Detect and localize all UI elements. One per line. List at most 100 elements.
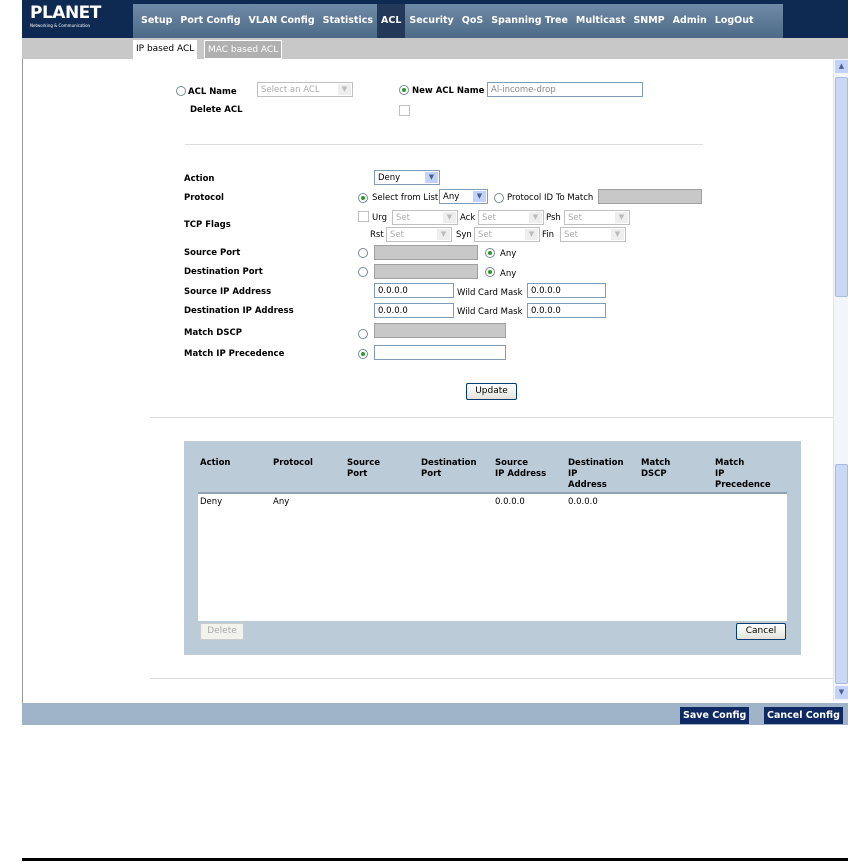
dest-port-any-label: Any (500, 269, 517, 279)
sub-nav: IP based ACL MAC based ACL (22, 38, 848, 59)
main-nav: Setup Port Config VLAN Config Statistics ACL… (133, 4, 783, 38)
divider (150, 678, 833, 679)
nav-acl[interactable]: ACL (377, 4, 406, 38)
dest-port-label: Destination Port (184, 267, 263, 277)
nav-security[interactable]: Security (405, 4, 457, 38)
source-port-any-label: Any (500, 249, 517, 259)
table-cell: Deny (200, 497, 223, 507)
dest-port-input[interactable] (374, 264, 478, 279)
acl-table-body (198, 492, 787, 621)
nav-logout[interactable]: LogOut (711, 4, 758, 38)
source-port-radio[interactable] (358, 248, 368, 258)
tcp-flags-checkbox[interactable] (358, 211, 369, 222)
scroll-thumb[interactable] (835, 464, 848, 684)
tab-ip-based-acl[interactable]: IP based ACL (133, 40, 198, 59)
column-header: Match DSCP (641, 458, 671, 479)
delete-acl-checkbox[interactable] (399, 105, 410, 116)
update-button[interactable]: Update (466, 383, 517, 400)
tab-mac-based-acl[interactable]: MAC based ACL (204, 40, 283, 59)
nav-multicast[interactable]: Multicast (572, 4, 630, 38)
chevron-down-icon: ▼ (611, 229, 624, 240)
flag-syn-select[interactable]: Set ▼ (474, 227, 540, 242)
match-dscp-radio[interactable] (358, 329, 368, 339)
column-header: Destination Port (421, 458, 477, 479)
protocol-id-label: Protocol ID To Match (507, 193, 594, 203)
column-header: Source Port (347, 458, 381, 479)
planet-logo: PLANET Networking & Communication (30, 3, 101, 28)
action-label: Action (184, 174, 215, 184)
new-acl-radio[interactable] (399, 85, 409, 95)
nav-snmp[interactable]: SNMP (629, 4, 668, 38)
source-port-any-radio[interactable] (485, 248, 495, 258)
flag-fin-label: Fin (542, 230, 555, 240)
source-port-label: Source Port (184, 248, 241, 258)
nav-port-config[interactable]: Port Config (176, 4, 244, 38)
flag-syn-label: Syn (456, 230, 472, 240)
flag-ack-select[interactable]: Set ▼ (478, 210, 544, 225)
new-acl-label: New ACL Name (412, 86, 485, 96)
select-from-list-label: Select from List (372, 193, 439, 203)
protocol-label: Protocol (184, 193, 224, 203)
dest-port-radio[interactable] (358, 267, 368, 277)
flag-rst-select[interactable]: Set ▼ (386, 227, 452, 242)
dest-mask-input[interactable]: 0.0.0.0 (527, 303, 606, 318)
chevron-down-icon: ▼ (615, 212, 628, 223)
column-header: Protocol (273, 458, 313, 468)
nav-vlan-config[interactable]: VLAN Config (245, 4, 319, 38)
acl-name-radio[interactable] (176, 86, 186, 96)
save-config-button[interactable]: Save Config (680, 707, 750, 724)
nav-setup[interactable]: Setup (137, 4, 176, 38)
divider (150, 417, 833, 418)
nav-qos[interactable]: QoS (458, 4, 487, 38)
source-ip-input[interactable]: 0.0.0.0 (374, 283, 454, 298)
cancel-button[interactable]: Cancel (736, 623, 786, 640)
flag-ack-label: Ack (460, 213, 476, 223)
protocol-select[interactable]: Any ▼ (439, 189, 488, 204)
dest-ip-input[interactable]: 0.0.0.0 (374, 303, 454, 318)
nav-admin[interactable]: Admin (669, 4, 711, 38)
chevron-down-icon: ▼ (338, 84, 351, 95)
scrollbar[interactable]: ▲ ▼ (833, 59, 848, 701)
match-dscp-input[interactable] (374, 323, 506, 338)
dest-ip-label: Destination IP Address (184, 306, 294, 316)
chevron-down-icon: ▼ (425, 172, 438, 183)
table-cell: 0.0.0.0 (495, 497, 525, 507)
flag-urg-select[interactable]: Set ▼ (392, 210, 458, 225)
nav-spanning-tree[interactable]: Spanning Tree (487, 4, 572, 38)
page-bottom-rule (22, 858, 848, 861)
scroll-up-icon[interactable]: ▲ (835, 60, 848, 73)
acl-name-label: ACL Name (188, 87, 237, 97)
cancel-config-button[interactable]: Cancel Config (764, 707, 843, 724)
scroll-thumb-upper (835, 77, 848, 297)
select-from-list-radio[interactable] (358, 193, 368, 203)
delete-acl-label: Delete ACL (190, 105, 243, 115)
protocol-id-radio[interactable] (494, 193, 504, 203)
match-precedence-label: Match IP Precedence (184, 349, 285, 359)
column-header: Action (200, 458, 231, 468)
flag-psh-label: Psh (546, 213, 561, 223)
column-header: Destination IP Address (568, 458, 624, 490)
chevron-down-icon: ▼ (529, 212, 542, 223)
nav-statistics[interactable]: Statistics (319, 4, 377, 38)
table-cell: Any (273, 497, 290, 507)
flag-psh-select[interactable]: Set ▼ (564, 210, 630, 225)
chevron-down-icon: ▼ (437, 229, 450, 240)
source-port-input[interactable] (374, 245, 478, 260)
match-precedence-radio[interactable] (358, 349, 368, 359)
table-cell: 0.0.0.0 (568, 497, 598, 507)
scroll-down-icon[interactable]: ▼ (835, 686, 848, 699)
action-select[interactable]: Deny ▼ (374, 170, 440, 185)
match-dscp-label: Match DSCP (184, 328, 242, 338)
match-precedence-input[interactable] (374, 345, 506, 360)
delete-button[interactable]: Delete (200, 623, 244, 640)
chevron-down-icon: ▼ (525, 229, 538, 240)
chevron-down-icon: ▼ (443, 212, 456, 223)
footer-bar: Save Config Cancel Config (22, 703, 848, 725)
new-acl-name-input[interactable]: Al-income-drop (487, 82, 643, 97)
flag-fin-select[interactable]: Set ▼ (560, 227, 626, 242)
acl-select[interactable]: Select an ACL ▼ (257, 82, 353, 97)
dest-port-any-radio[interactable] (485, 267, 495, 277)
protocol-id-input[interactable] (598, 189, 702, 204)
column-header: Source IP Address (495, 458, 547, 479)
source-mask-input[interactable]: 0.0.0.0 (527, 283, 606, 298)
